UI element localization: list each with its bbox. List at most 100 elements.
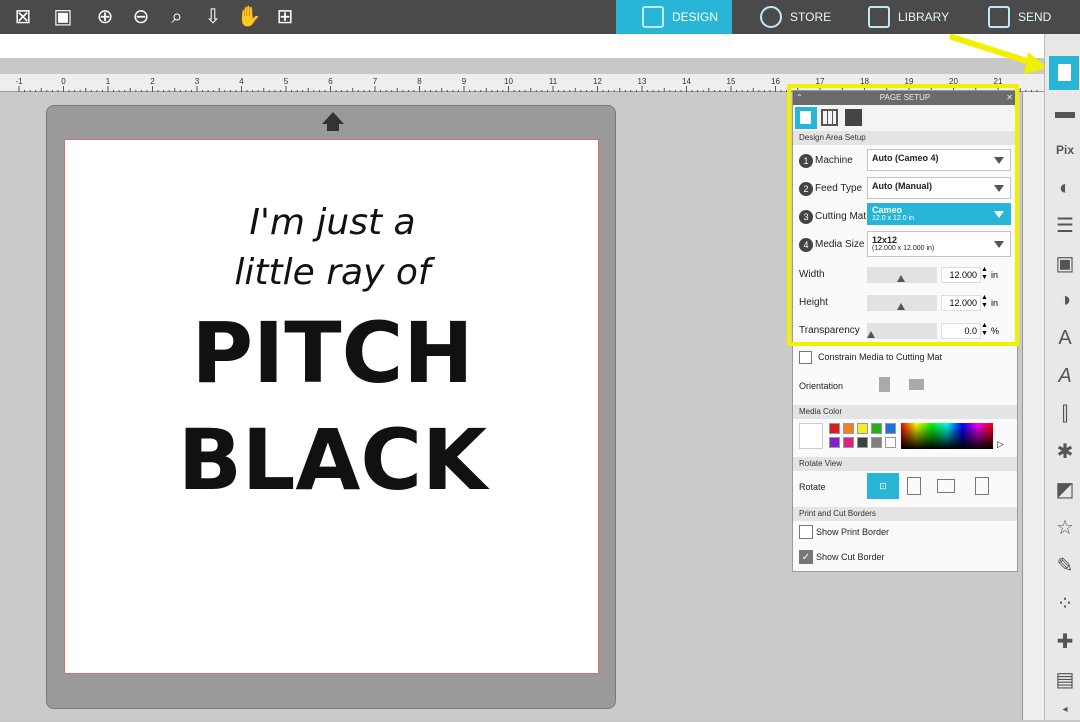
modify-icon[interactable]: ◩ <box>1053 478 1077 502</box>
ruler-label: 8 <box>417 77 422 86</box>
tab-library[interactable]: LIBRARY <box>842 0 958 34</box>
color-swatch[interactable] <box>857 437 868 448</box>
scroll-left-icon[interactable]: ◂ <box>1053 698 1077 722</box>
design-grid-icon <box>642 6 664 28</box>
design-page[interactable]: I'm just a little ray of PITCH BLACK <box>64 139 599 674</box>
registration-marks-icon[interactable]: ▬ <box>1053 100 1077 124</box>
show-cut-row: ✓ Show Cut Border <box>799 550 1015 568</box>
design-line-3: PITCH <box>191 304 474 402</box>
pan-hand-icon[interactable]: ✋ <box>236 4 262 30</box>
show-cut-label: Show Cut Border <box>816 552 885 562</box>
library-icon[interactable]: ▤ <box>1053 668 1077 692</box>
rotate-label: Rotate <box>799 482 826 492</box>
library-download-icon <box>868 6 890 28</box>
design-line-1: I'm just a <box>249 202 416 243</box>
color-swatch[interactable] <box>871 437 882 448</box>
color-swatch[interactable] <box>871 423 882 434</box>
landscape-icon[interactable] <box>909 379 924 390</box>
design-line-2: little ray of <box>234 252 431 293</box>
nesting-icon[interactable]: ✚ <box>1053 630 1077 654</box>
ruler-label: 5 <box>284 77 289 86</box>
ruler-label: 3 <box>195 77 200 86</box>
zoom-in-icon[interactable]: ⊕ <box>92 4 118 30</box>
ruler-label: 9 <box>462 77 467 86</box>
design-line-4: BLACK <box>177 411 488 509</box>
portrait-icon[interactable] <box>879 377 890 392</box>
show-cut-checkbox[interactable]: ✓ <box>799 550 813 564</box>
rotate-0-icon[interactable]: ⊡ <box>867 473 899 499</box>
color-swatch[interactable] <box>843 423 854 434</box>
ruler-label: 1 <box>106 77 111 86</box>
ruler-label: 4 <box>239 77 244 86</box>
rhinestone-icon[interactable]: ⁘ <box>1053 592 1077 616</box>
show-print-label: Show Print Border <box>816 527 890 537</box>
tab-store[interactable]: STORE <box>734 0 850 34</box>
select-all-icon[interactable]: ⊠ <box>10 4 36 30</box>
section-print-cut: Print and Cut Borders <box>793 507 1017 521</box>
rotate-180-icon[interactable] <box>937 479 955 493</box>
fit-to-page-icon[interactable]: ⇩ <box>200 4 226 30</box>
palette-select-icon[interactable]: ▣ <box>50 4 76 30</box>
offset-icon[interactable]: ☆ <box>1053 516 1077 540</box>
constrain-row: Constrain Media to Cutting Mat <box>799 349 1015 367</box>
current-color-swatch[interactable] <box>799 423 823 449</box>
ruler-label: 13 <box>638 77 647 86</box>
constrain-label: Constrain Media to Cutting Mat <box>818 352 943 362</box>
right-toolbar: ▬ Pix ◐ ☰ ▣ ◑ A A ⫿ ✱ ◩ ☆ ✎ ⁘ ✚ ▤ ◂ <box>1044 34 1080 720</box>
rotate-90-icon[interactable] <box>907 477 921 495</box>
tab-design[interactable]: DESIGN <box>616 0 732 34</box>
text-path-icon[interactable]: A <box>1053 364 1077 388</box>
ruler-label: 15 <box>727 77 736 86</box>
store-s-icon <box>760 6 782 28</box>
color-swatch[interactable] <box>829 423 840 434</box>
section-rotate-view: Rotate View <box>793 457 1017 471</box>
rotate-row: Rotate ⊡ <box>793 471 1019 503</box>
trace-icon[interactable]: ▣ <box>1053 252 1077 276</box>
design-text[interactable]: I'm just a little ray of PITCH BLACK <box>65 198 600 512</box>
mat-arrow-stem <box>327 123 339 131</box>
line-style-icon[interactable]: ☰ <box>1053 214 1077 238</box>
color-swatch[interactable] <box>843 437 854 448</box>
orientation-row: Orientation <box>799 377 1015 397</box>
ruler-label: 12 <box>593 77 602 86</box>
top-toolbar: ⊠ ▣ ⊕ ⊖ ⌕ ⇩ ✋ ⊞ DESIGN STORE LIBRARY SEN… <box>0 0 1080 34</box>
ruler-label: 14 <box>682 77 691 86</box>
sketch-icon[interactable]: ✎ <box>1053 554 1077 578</box>
text-style-icon[interactable]: A <box>1053 326 1077 350</box>
replicate-icon[interactable]: ✱ <box>1053 440 1077 464</box>
rotate-270-icon[interactable] <box>975 477 989 495</box>
page-setup-icon[interactable] <box>1049 56 1079 90</box>
align-icon[interactable]: ⫿ <box>1053 402 1077 426</box>
ruler-label: 11 <box>549 77 558 86</box>
toolbar-strip <box>0 34 1044 58</box>
color-swatch[interactable] <box>829 437 840 448</box>
transparency-icon[interactable]: ◑ <box>1053 288 1077 312</box>
ruler-label: 10 <box>504 77 513 86</box>
color-swatch[interactable] <box>885 423 896 434</box>
tab-send[interactable]: SEND <box>962 0 1080 34</box>
color-swatch[interactable] <box>857 423 868 434</box>
ruler-label: 0 <box>61 77 66 86</box>
pixscan-icon[interactable]: Pix <box>1053 138 1077 162</box>
show-print-row: Show Print Border <box>799 525 1015 543</box>
color-pointer-icon[interactable]: ▷ <box>997 439 1004 450</box>
ruler-label: 6 <box>328 77 333 86</box>
ruler-label: 2 <box>150 77 155 86</box>
ruler-label: -1 <box>15 77 23 86</box>
vertical-ruler <box>1022 92 1044 720</box>
color-swatch[interactable] <box>885 437 896 448</box>
media-color-row: ▷ <box>793 419 1019 453</box>
ruler-label: 7 <box>373 77 378 86</box>
show-print-checkbox[interactable] <box>799 525 813 539</box>
fit-window-icon[interactable]: ⊞ <box>272 4 298 30</box>
zoom-selected-icon[interactable]: ⌕ <box>164 4 190 30</box>
color-swatches <box>829 423 899 449</box>
constrain-checkbox[interactable] <box>799 351 812 364</box>
send-cutter-icon <box>988 6 1010 28</box>
highlight-box <box>787 84 1019 346</box>
fill-color-icon[interactable]: ◐ <box>1053 176 1077 200</box>
zoom-out-icon[interactable]: ⊖ <box>128 4 154 30</box>
ruler-label: 16 <box>771 77 780 86</box>
orientation-label: Orientation <box>799 381 844 391</box>
color-spectrum[interactable] <box>901 423 993 449</box>
